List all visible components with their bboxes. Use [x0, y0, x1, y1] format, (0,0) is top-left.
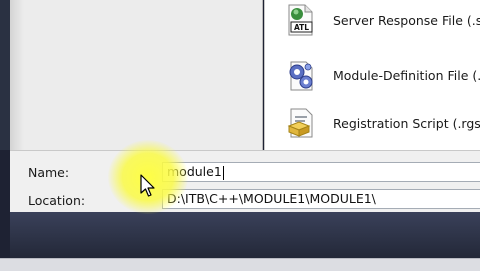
name-location-form: Name: module1 Location: D:\ITB\C++\MODUL…	[10, 150, 480, 213]
location-label: Location:	[28, 193, 86, 208]
text-caret	[222, 165, 224, 180]
atl-file-icon: ATL	[288, 4, 313, 36]
template-item-label: Registration Script (.rgs)	[333, 115, 480, 131]
template-item-rgs[interactable]: Registration Script (.rgs)	[285, 105, 480, 141]
template-item-srf[interactable]: ATL Server Response File (.srf)	[285, 2, 480, 38]
module-definition-icon	[289, 61, 313, 91]
registration-script-icon	[287, 108, 313, 138]
location-input[interactable]: D:\ITB\C++\MODULE1\MODULE1\	[162, 189, 480, 209]
template-item-label: Module-Definition File (.def)	[333, 67, 480, 83]
template-item-label: Server Response File (.srf)	[333, 12, 480, 28]
name-input-value: module1	[167, 164, 222, 179]
template-categories-panel	[10, 0, 263, 150]
name-label: Name:	[28, 165, 70, 180]
window-frame-left	[0, 0, 10, 150]
name-input[interactable]: module1	[162, 162, 480, 182]
dialog-footer-strip	[10, 212, 480, 258]
panel-shade	[10, 0, 24, 150]
mouse-pointer-icon	[140, 174, 155, 197]
template-item-def[interactable]: Module-Definition File (.def)	[285, 57, 480, 93]
svg-text:ATL: ATL	[294, 23, 309, 32]
window-bottom-edge	[0, 258, 480, 271]
template-list[interactable]: ATL Server Response File (.srf) Module-D…	[264, 0, 480, 150]
location-input-value: D:\ITB\C++\MODULE1\MODULE1\	[167, 191, 376, 206]
